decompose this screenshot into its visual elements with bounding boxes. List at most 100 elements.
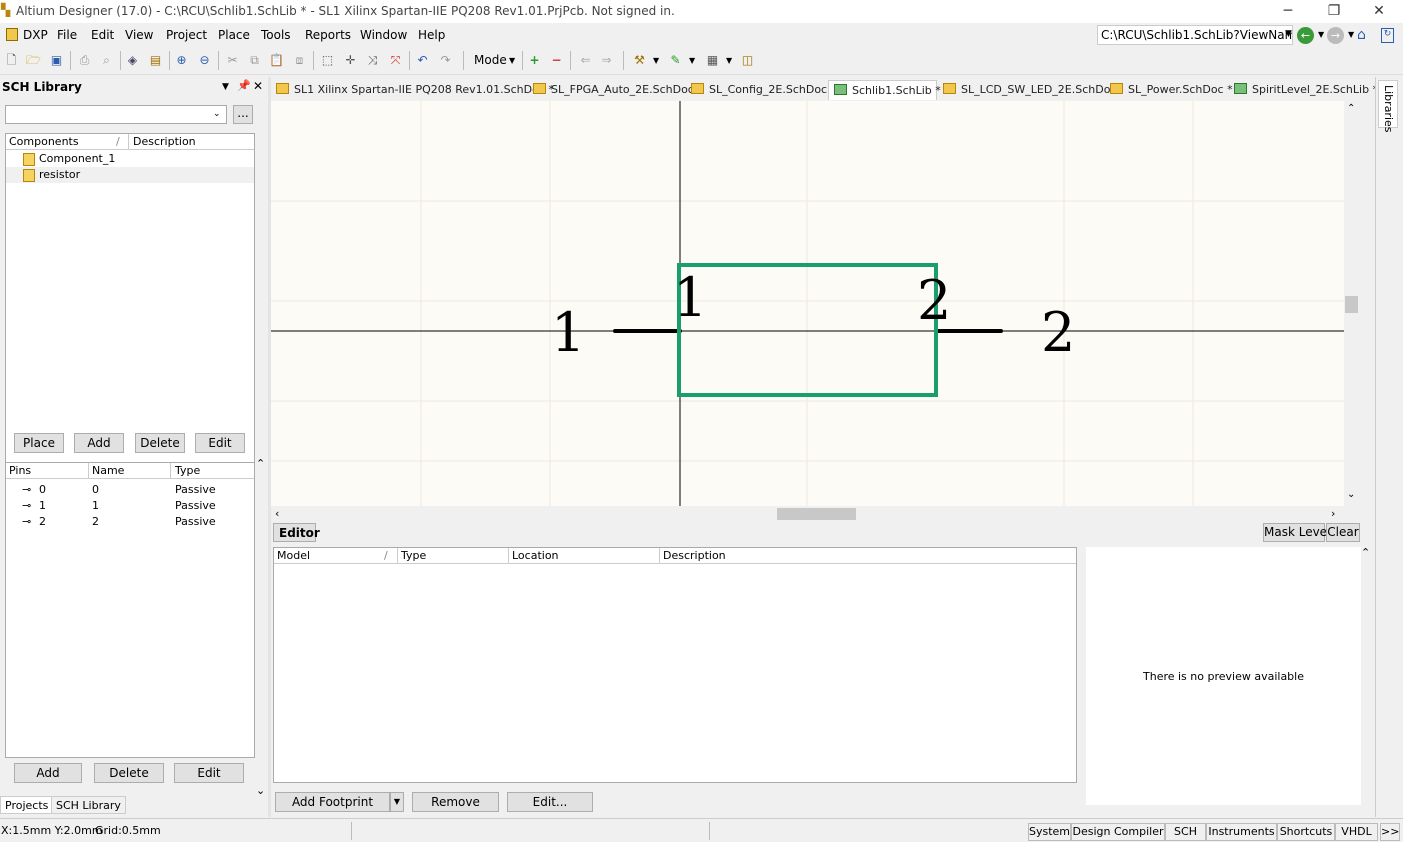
back-dropdown-icon[interactable]: ▼ <box>1318 30 1324 39</box>
list-item[interactable]: Component_1 <box>6 151 254 167</box>
menu-reports[interactable]: Reports <box>305 28 351 42</box>
drawing-dropdown-icon[interactable]: ▼ <box>689 56 695 65</box>
tab-sch-library[interactable]: SCH Library <box>51 796 126 814</box>
tab-projects[interactable]: Projects <box>0 796 54 814</box>
vertical-scroll-thumb[interactable] <box>1345 296 1358 313</box>
vertical-scrollbar[interactable]: ⌃ ⌄ <box>1344 101 1360 506</box>
refresh-icon[interactable]: ↻ <box>1381 28 1394 43</box>
select-area-icon[interactable]: ⬚ <box>319 52 336 69</box>
print-icon[interactable]: ⎙ <box>76 52 93 69</box>
header-description[interactable]: Description <box>663 549 726 562</box>
new-file-icon[interactable]: 🗋 <box>3 52 20 69</box>
menu-help[interactable]: Help <box>418 28 445 42</box>
utility-tools-icon[interactable]: ⚒ <box>631 52 648 69</box>
minimize-button[interactable]: ─ <box>1265 0 1311 23</box>
horizontal-scroll-thumb[interactable] <box>777 508 856 520</box>
collapse-icon[interactable]: ⌃ <box>256 457 265 470</box>
tab-power[interactable]: SL_Power.SchDoc * <box>1110 80 1237 100</box>
forward-dropdown-icon[interactable]: ▼ <box>1348 30 1354 39</box>
table-row[interactable]: ⊸ 1 1 Passive <box>6 498 254 514</box>
redo-icon[interactable]: ↷ <box>437 52 454 69</box>
header-pins[interactable]: Pins <box>9 464 31 477</box>
print-preview-icon[interactable]: ⌕ <box>98 52 115 69</box>
instruments-panel-button[interactable]: Instruments <box>1206 823 1277 841</box>
layers-icon[interactable]: ◈ <box>124 52 141 69</box>
table-row[interactable]: ⊸ 2 2 Passive <box>6 514 254 530</box>
remove-model-button[interactable]: Remove <box>412 792 499 812</box>
header-components[interactable]: Components <box>9 135 79 148</box>
deselect-icon[interactable]: ⤧ <box>387 52 404 69</box>
preview-scroll-up-icon[interactable]: ⌃ <box>1361 546 1370 559</box>
table-row[interactable]: ⊸ 0 0 Passive <box>6 482 254 498</box>
shortcuts-panel-button[interactable]: Shortcuts <box>1277 823 1335 841</box>
more-panels-button[interactable]: >> <box>1380 823 1400 841</box>
grid-icon[interactable]: ▦ <box>704 52 721 69</box>
browse-button[interactable]: ... <box>233 105 253 124</box>
mode-dropdown-arrow-icon[interactable]: ▼ <box>509 56 515 65</box>
header-type[interactable]: Type <box>175 464 200 477</box>
system-panel-button[interactable]: System <box>1028 823 1071 841</box>
mask-level-button[interactable]: Mask Level <box>1263 523 1330 542</box>
libraries-panel-tab[interactable]: Libraries <box>1378 80 1398 133</box>
scroll-right-icon[interactable]: › <box>1331 507 1335 520</box>
edit-pin-button[interactable]: Edit <box>174 763 244 783</box>
add-pin-button[interactable]: Add <box>14 763 82 783</box>
open-folder-icon[interactable]: 🗁 <box>25 52 42 69</box>
grid-dropdown-icon[interactable]: ▼ <box>726 56 732 65</box>
menu-project[interactable]: Project <box>166 28 207 42</box>
add-component-button[interactable]: Add <box>74 433 124 453</box>
clear-button[interactable]: Clear <box>1326 523 1360 542</box>
menu-file[interactable]: File <box>57 28 77 42</box>
home-icon[interactable]: ⌂ <box>1357 27 1366 43</box>
menu-dxp[interactable]: DXP <box>23 28 48 42</box>
remove-part-icon[interactable]: − <box>548 52 565 69</box>
tab-spiritlevel[interactable]: SpiritLevel_2E.SchLib * <box>1234 80 1382 100</box>
menu-tools[interactable]: Tools <box>261 28 291 42</box>
component-filter-combo[interactable]: ⌄ <box>5 105 227 124</box>
edit-component-button[interactable]: Edit <box>195 433 245 453</box>
vhdl-panel-button[interactable]: VHDL <box>1335 823 1378 841</box>
delete-pin-button[interactable]: Delete <box>94 763 164 783</box>
paste-icon[interactable]: 📋 <box>268 52 285 69</box>
save-icon[interactable]: ▣ <box>48 52 65 69</box>
select-cross-icon[interactable]: ⤨ <box>364 52 381 69</box>
delete-component-button[interactable]: Delete <box>135 433 185 453</box>
utility-dropdown-icon[interactable]: ▼ <box>653 56 659 65</box>
board-icon[interactable]: ▤ <box>147 52 164 69</box>
tab-config[interactable]: SL_Config_2E.SchDoc * <box>691 80 840 100</box>
horizontal-scrollbar[interactable]: ‹ › <box>271 506 1344 522</box>
back-arrow-icon[interactable]: ← <box>1297 27 1314 44</box>
rubber-stamp-icon[interactable]: ⧈ <box>291 52 308 69</box>
tab-schlib1[interactable]: Schlib1.SchLib * <box>828 80 941 100</box>
menu-window[interactable]: Window <box>360 28 407 42</box>
tab-sl1-schdoc[interactable]: SL1 Xilinx Spartan-IIE PQ208 Rev1.01.Sch… <box>276 80 558 100</box>
menu-view[interactable]: View <box>125 28 153 42</box>
path-input[interactable]: C:\RCU\Schlib1.SchLib?ViewName <box>1097 25 1293 45</box>
place-button[interactable]: Place <box>14 433 64 453</box>
tab-fpga-auto[interactable]: SL_FPGA_Auto_2E.SchDoc <box>533 80 698 100</box>
restore-button[interactable]: ❐ <box>1311 0 1357 23</box>
header-type[interactable]: Type <box>401 549 426 562</box>
scroll-left-icon[interactable]: ‹ <box>275 507 279 520</box>
close-panel-icon[interactable]: ✕ <box>253 79 263 93</box>
menu-place[interactable]: Place <box>218 28 250 42</box>
forward-arrow-icon[interactable]: → <box>1327 27 1344 44</box>
path-dropdown-icon[interactable]: ▼ <box>1285 29 1292 39</box>
copy-icon[interactable]: ⧉ <box>246 52 263 69</box>
add-part-icon[interactable]: + <box>526 52 543 69</box>
zoom-in-icon[interactable]: ⊕ <box>173 52 190 69</box>
header-model[interactable]: Model <box>277 549 310 562</box>
library-icon[interactable]: ◫ <box>739 52 756 69</box>
close-button[interactable]: ✕ <box>1356 0 1402 23</box>
add-model-dropdown-icon[interactable]: ▼ <box>390 792 404 812</box>
pin-panel-icon[interactable]: 📌 <box>237 79 251 92</box>
list-item[interactable]: resistor <box>6 167 254 183</box>
header-description[interactable]: Description <box>133 135 196 148</box>
next-part-icon[interactable]: ⇒ <box>598 52 615 69</box>
move-icon[interactable]: ✛ <box>342 52 359 69</box>
cut-icon[interactable]: ✂ <box>224 52 241 69</box>
menu-edit[interactable]: Edit <box>91 28 114 42</box>
editor-tab[interactable]: Editor <box>273 523 320 542</box>
previous-part-icon[interactable]: ⇐ <box>577 52 594 69</box>
chevron-down-icon[interactable]: ⌄ <box>213 109 221 119</box>
